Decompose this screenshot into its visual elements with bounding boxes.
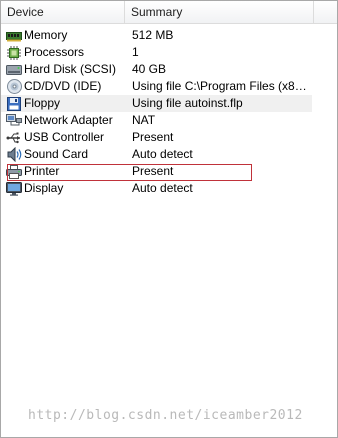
device-row-sound-card[interactable]: Sound Card Auto detect	[1, 146, 312, 163]
floppy-icon	[6, 96, 22, 111]
device-row-hard-disk[interactable]: Hard Disk (SCSI) 40 GB	[1, 61, 312, 78]
device-row-usb-controller[interactable]: USB Controller Present	[1, 129, 312, 146]
device-name: Memory	[24, 28, 68, 42]
device-rows: Memory 512 MB Processors 1 Hard Disk (SC…	[1, 27, 337, 197]
device-row-printer[interactable]: Printer Present	[1, 163, 312, 180]
display-icon	[6, 181, 22, 196]
device-name: Sound Card	[24, 147, 89, 161]
device-name: USB Controller	[24, 130, 105, 144]
device-row-display[interactable]: Display Auto detect	[1, 180, 312, 197]
watermark-text: http://blog.csdn.net/iceamber2012	[28, 408, 303, 423]
device-name: Floppy	[24, 96, 61, 110]
usb-icon	[6, 130, 22, 145]
device-row-network-adapter[interactable]: Network Adapter NAT	[1, 112, 312, 129]
column-header: Device Summary	[1, 1, 337, 24]
device-name: Hard Disk (SCSI)	[24, 62, 117, 76]
device-name: Processors	[24, 45, 85, 59]
summary-column-header[interactable]: Summary	[125, 1, 314, 23]
device-list-panel: Device Summary Memory 512 MB Processors …	[0, 0, 338, 438]
device-name: Printer	[24, 164, 60, 178]
printer-icon	[6, 164, 22, 179]
device-name: Display	[24, 181, 64, 195]
device-summary: Auto detect	[132, 181, 193, 195]
device-row-memory[interactable]: Memory 512 MB	[1, 27, 312, 44]
cd-dvd-icon	[6, 79, 22, 94]
device-name: CD/DVD (IDE)	[24, 79, 102, 93]
device-summary: NAT	[132, 113, 156, 127]
device-summary: Present	[132, 164, 174, 178]
device-row-processors[interactable]: Processors 1	[1, 44, 312, 61]
device-summary: 1	[132, 45, 139, 59]
network-adapter-icon	[6, 113, 22, 128]
sound-card-icon	[6, 147, 22, 162]
memory-icon	[6, 28, 22, 43]
device-summary: 40 GB	[132, 62, 167, 76]
hard-disk-icon	[6, 62, 22, 77]
processor-icon	[6, 45, 22, 60]
device-name: Network Adapter	[24, 113, 113, 127]
device-row-floppy[interactable]: Floppy Using file autoinst.flp	[1, 95, 312, 112]
device-row-cd-dvd[interactable]: CD/DVD (IDE) Using file C:\Program Files…	[1, 78, 312, 95]
device-summary: Using file C:\Program Files (x86)\...	[132, 79, 308, 93]
device-column-header[interactable]: Device	[1, 1, 125, 23]
device-summary: Using file autoinst.flp	[132, 96, 243, 110]
device-summary: 512 MB	[132, 28, 174, 42]
device-summary: Present	[132, 130, 174, 144]
device-summary: Auto detect	[132, 147, 193, 161]
